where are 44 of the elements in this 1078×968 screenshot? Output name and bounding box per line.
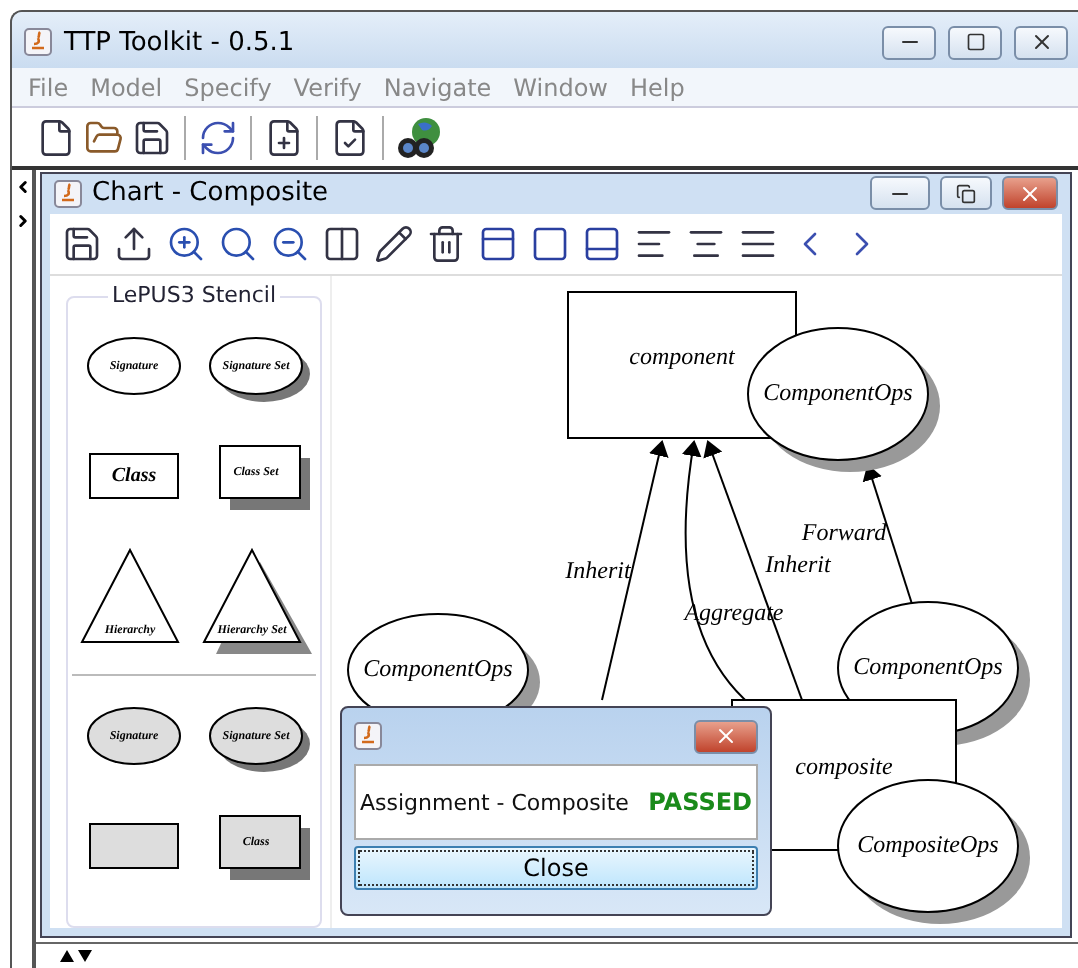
up-down-arrows-icon[interactable] — [60, 950, 92, 963]
close-button[interactable]: Close — [354, 846, 758, 890]
restore-button[interactable] — [940, 176, 992, 211]
save-icon[interactable] — [132, 117, 172, 158]
columns-icon[interactable] — [322, 223, 362, 264]
java-icon — [54, 179, 82, 208]
window-title: TTP Toolkit - 0.5.1 — [64, 27, 297, 58]
close-button[interactable] — [694, 719, 758, 753]
maximize-icon — [965, 32, 985, 53]
binoculars-icon[interactable] — [396, 115, 444, 160]
search-icon[interactable] — [218, 223, 258, 264]
minimize-button[interactable] — [882, 25, 936, 60]
arrow-right-icon[interactable] — [13, 211, 31, 230]
zoom-out-icon[interactable] — [270, 223, 310, 264]
align-top-icon[interactable] — [478, 223, 518, 264]
chart-window-title: Chart - Composite — [92, 178, 331, 209]
edge-label: Forward — [801, 517, 887, 546]
trash-icon[interactable] — [426, 223, 466, 264]
dialog-message: Assignment - Composite — [360, 789, 629, 815]
new-file-icon[interactable] — [36, 117, 76, 158]
minimize-button[interactable] — [870, 176, 930, 211]
close-icon — [1029, 30, 1053, 55]
upload-icon[interactable] — [114, 223, 154, 264]
close-button[interactable] — [1014, 25, 1068, 60]
folder-icon[interactable] — [84, 117, 124, 158]
java-icon — [24, 28, 52, 57]
stencil-title: LePUS3 Stencil — [107, 281, 281, 308]
zoom-in-icon[interactable] — [166, 223, 206, 264]
close-button[interactable] — [1002, 176, 1058, 211]
align-middle-icon[interactable] — [530, 223, 570, 264]
refresh-icon[interactable] — [198, 117, 238, 158]
restore-icon — [956, 183, 976, 204]
edge-label: Inherit — [565, 555, 631, 584]
add-file-icon[interactable] — [264, 117, 304, 158]
save-icon[interactable] — [62, 223, 102, 264]
close-icon — [714, 724, 738, 748]
align-bottom-icon[interactable] — [582, 223, 622, 264]
java-icon — [354, 722, 382, 750]
close-icon — [1018, 181, 1042, 206]
edge-label: Inherit — [765, 549, 831, 578]
check-file-icon[interactable] — [330, 117, 370, 158]
pencil-icon[interactable] — [374, 223, 414, 264]
maximize-button[interactable] — [948, 25, 1002, 60]
arrow-left-icon[interactable] — [13, 177, 31, 196]
